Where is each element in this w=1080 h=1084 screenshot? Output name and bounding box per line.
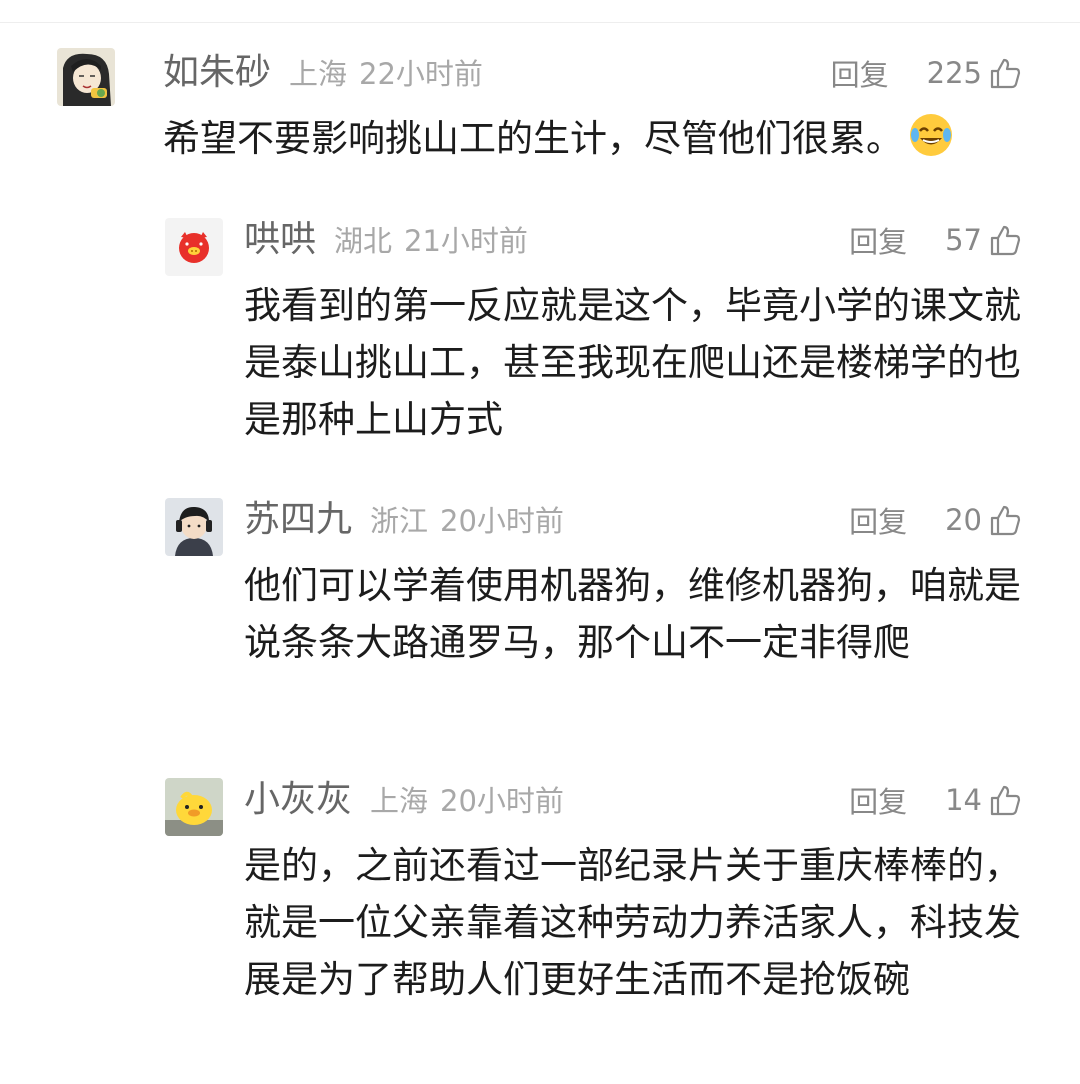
- boy-headphones-avatar-icon: [165, 498, 223, 556]
- avatar[interactable]: [165, 218, 223, 276]
- comment-text: 他们可以学着使用机器狗，维修机器狗，咱就是说条条大路通罗马，那个山不一定非得爬: [244, 564, 1021, 664]
- crying-laughing-emoji-icon: [907, 111, 955, 159]
- like-count: 225: [926, 56, 982, 90]
- like-button[interactable]: 57: [945, 223, 1022, 257]
- username[interactable]: 如朱砂: [163, 48, 271, 98]
- username[interactable]: 苏四九: [244, 495, 352, 545]
- username[interactable]: 小灰灰: [244, 775, 352, 825]
- timestamp: 22小时前: [359, 57, 483, 91]
- comment-meta: 小灰灰 上海 20小时前: [244, 775, 564, 825]
- red-pig-avatar-icon: [165, 218, 223, 276]
- location: 浙江: [370, 504, 429, 538]
- comment-actions: 回复 20: [849, 495, 1022, 545]
- avatar[interactable]: [165, 778, 223, 836]
- username[interactable]: 哄哄: [244, 215, 316, 265]
- like-count: 20: [945, 503, 982, 537]
- location: 上海: [289, 57, 348, 91]
- thumbs-up-icon: [988, 223, 1022, 257]
- cartoon-girl-avatar-icon: [57, 48, 115, 106]
- like-button[interactable]: 20: [945, 503, 1022, 537]
- location: 湖北: [334, 224, 393, 258]
- reply-button[interactable]: 回复: [849, 219, 907, 261]
- avatar[interactable]: [57, 48, 115, 106]
- thumbs-up-icon: [988, 503, 1022, 537]
- timestamp: 20小时前: [440, 504, 564, 538]
- reply-item: 小灰灰 上海 20小时前 回复 14 是的，之前还看过一部纪录片关于重庆棒棒的，…: [0, 775, 1080, 1075]
- avatar[interactable]: [165, 498, 223, 556]
- comment-meta: 哄哄 湖北 21小时前: [244, 215, 528, 265]
- comment-text: 是的，之前还看过一部纪录片关于重庆棒棒的，就是一位父亲靠着这种劳动力养活家人，科…: [244, 844, 1021, 1001]
- like-count: 14: [945, 783, 982, 817]
- comment-item: 如朱砂 上海 22小时前 回复 225 希望不要影响挑山工的生计，尽管他们很累。: [0, 48, 1080, 168]
- reply-item: 哄哄 湖北 21小时前 回复 57 我看到的第一反应就是这个，毕竟小学的课文就是…: [0, 215, 1080, 445]
- yellow-duck-avatar-icon: [165, 778, 223, 836]
- like-count: 57: [945, 223, 982, 257]
- reply-button[interactable]: 回复: [849, 779, 907, 821]
- comment-meta: 苏四九 浙江 20小时前: [244, 495, 564, 545]
- timestamp: 20小时前: [440, 784, 564, 818]
- like-button[interactable]: 225: [927, 56, 1022, 90]
- comment-text: 我看到的第一反应就是这个，毕竟小学的课文就是泰山挑山工，甚至我现在爬山还是楼梯学…: [244, 284, 1021, 441]
- reply-button[interactable]: 回复: [849, 499, 907, 541]
- timestamp: 21小时前: [404, 224, 528, 258]
- top-divider: [0, 22, 1080, 23]
- comment-text-content: 希望不要影响挑山工的生计，尽管他们很累。: [163, 117, 903, 160]
- thumbs-up-icon: [988, 56, 1022, 90]
- location: 上海: [370, 784, 429, 818]
- comment-actions: 回复 14: [849, 775, 1022, 825]
- comment-actions: 回复 225: [831, 48, 1022, 98]
- comment-meta: 如朱砂 上海 22小时前: [163, 48, 483, 98]
- reply-button[interactable]: 回复: [831, 52, 889, 94]
- reply-item: 苏四九 浙江 20小时前 回复 20 他们可以学着使用机器狗，维修机器狗，咱就是…: [0, 495, 1080, 725]
- like-button[interactable]: 14: [945, 783, 1022, 817]
- comment-actions: 回复 57: [849, 215, 1022, 265]
- comment-text: 希望不要影响挑山工的生计，尽管他们很累。: [163, 110, 1043, 167]
- thumbs-up-icon: [988, 783, 1022, 817]
